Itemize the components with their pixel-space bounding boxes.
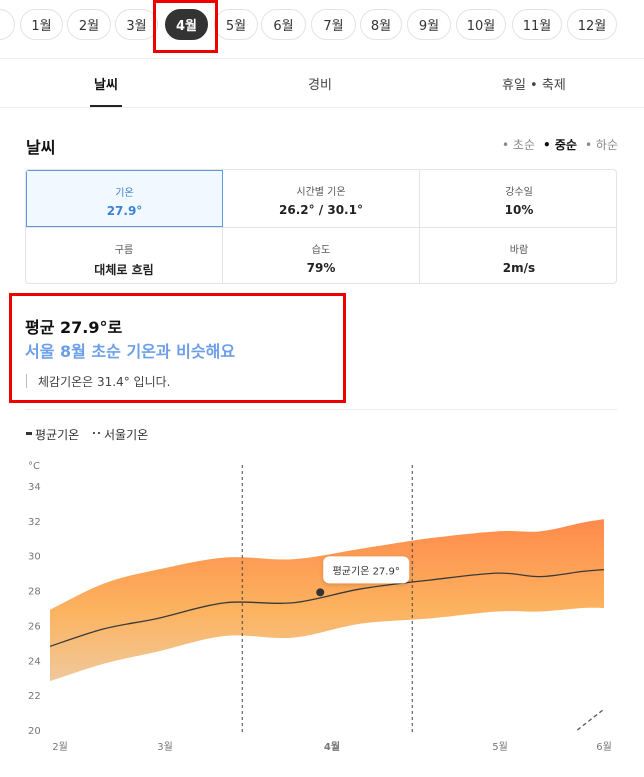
x-tick-label: 2월 — [52, 741, 68, 753]
stat-label: 강수일 — [505, 187, 533, 198]
stat-rain-days[interactable]: 강수일 10% — [420, 170, 616, 227]
y-tick-label: 32 — [28, 517, 41, 528]
month-selector: 1월 2월 3월 4월 5월 6월 7월 8월 9월 10월 11월 12월 — [0, 0, 644, 58]
period-early-label: 초순 — [512, 138, 535, 152]
stat-label: 습도 — [311, 245, 331, 256]
stat-label: 구름 — [114, 245, 134, 256]
legend-avg-swatch — [26, 432, 32, 435]
month-chip-2[interactable]: 2월 — [67, 9, 111, 40]
tooltip-text: 평균기온 27.9° — [333, 565, 400, 577]
y-tick-label: 22 — [28, 691, 41, 702]
weather-section-title: 날씨 — [26, 138, 56, 157]
period-mid-label: 중순 — [554, 138, 577, 152]
y-tick-label: 20 — [28, 726, 41, 737]
month-chip-7[interactable]: 7월 — [311, 9, 356, 40]
y-tick-label: 28 — [28, 587, 41, 598]
y-tick-label: 26 — [28, 621, 41, 632]
stat-value: 26.2° / 30.1° — [279, 203, 363, 217]
x-tick-label: 3월 — [157, 741, 173, 753]
summary-comparison: 서울 8월 초순 기온과 비슷해요 — [25, 342, 236, 361]
stat-value: 2m/s — [502, 261, 536, 275]
period-late-label: 하순 — [595, 138, 618, 152]
tab-holidays-festivals[interactable]: 휴일 • 축제 — [502, 74, 566, 93]
stat-value: 27.9° — [106, 204, 143, 218]
stat-value: 79% — [306, 261, 336, 275]
period-early[interactable]: • 초순 — [502, 136, 535, 153]
month-chip-10[interactable]: 10월 — [456, 9, 506, 40]
seoul-temperature-line — [576, 708, 605, 731]
month-chip-5[interactable]: 5월 — [214, 9, 258, 40]
x-tick-label: 6월 — [596, 741, 612, 753]
stat-label: 바람 — [509, 245, 529, 256]
temperature-chart: °C 34 32 30 28 26 24 22 20 평균기온 27.9° 2월 3월 4월 5월 6월 — [28, 461, 612, 753]
stat-temperature[interactable]: 기온 27.9° — [26, 170, 223, 227]
weather-stats-grid: 기온 27.9° 시간별 기온 26.2° / 30.1° 강수일 10% 구름… — [25, 169, 617, 284]
stat-value: 대체로 흐림 — [94, 263, 154, 277]
month-chip-11[interactable]: 11월 — [512, 9, 562, 40]
period-late[interactable]: • 하순 — [585, 136, 618, 153]
period-mid[interactable]: • 중순 — [543, 136, 577, 153]
stat-label: 기온 — [115, 188, 134, 199]
highlight-point — [316, 588, 325, 597]
month-chip-1[interactable]: 1월 — [20, 9, 63, 40]
legend-seoul-swatch — [93, 432, 100, 434]
month-chip-12[interactable]: 12월 — [567, 9, 617, 40]
tab-expenses[interactable]: 경비 — [308, 74, 332, 93]
month-chip-9[interactable]: 9월 — [407, 9, 451, 40]
temperature-range-band — [50, 519, 604, 682]
stat-label: 시간별 기온 — [296, 187, 346, 198]
month-chip-3[interactable]: 3월 — [115, 9, 158, 40]
selected-month-highlight — [153, 0, 218, 53]
stat-wind[interactable]: 바람 2m/s — [420, 228, 616, 283]
quote-bar — [26, 374, 27, 388]
stat-hourly-temperature[interactable]: 시간별 기온 26.2° / 30.1° — [223, 170, 419, 227]
tab-weather[interactable]: 날씨 — [94, 74, 118, 93]
divider — [25, 409, 617, 410]
month-chip-8[interactable]: 8월 — [360, 9, 402, 40]
summary-feels-like: 체감기온은 31.4° 입니다. — [38, 375, 171, 389]
x-tick-label: 4월 — [324, 741, 340, 753]
divider — [0, 107, 644, 108]
month-chip-prev[interactable] — [0, 9, 15, 40]
divider — [0, 58, 644, 59]
x-tick-label: 5월 — [492, 741, 508, 753]
month-chip-6[interactable]: 6월 — [261, 9, 306, 40]
summary-average: 평균 27.9°로 — [25, 318, 123, 337]
legend-avg-label: 평균기온 — [35, 428, 80, 442]
legend-seoul-label: 서울기온 — [104, 428, 149, 442]
y-tick-label: 30 — [28, 552, 41, 563]
y-axis-unit: °C — [28, 461, 40, 472]
y-tick-label: 24 — [28, 656, 41, 667]
y-tick-label: 34 — [28, 482, 41, 493]
stat-value: 10% — [504, 203, 534, 217]
stat-clouds[interactable]: 구름 대체로 흐림 — [26, 228, 222, 283]
stat-humidity[interactable]: 습도 79% — [223, 228, 419, 283]
